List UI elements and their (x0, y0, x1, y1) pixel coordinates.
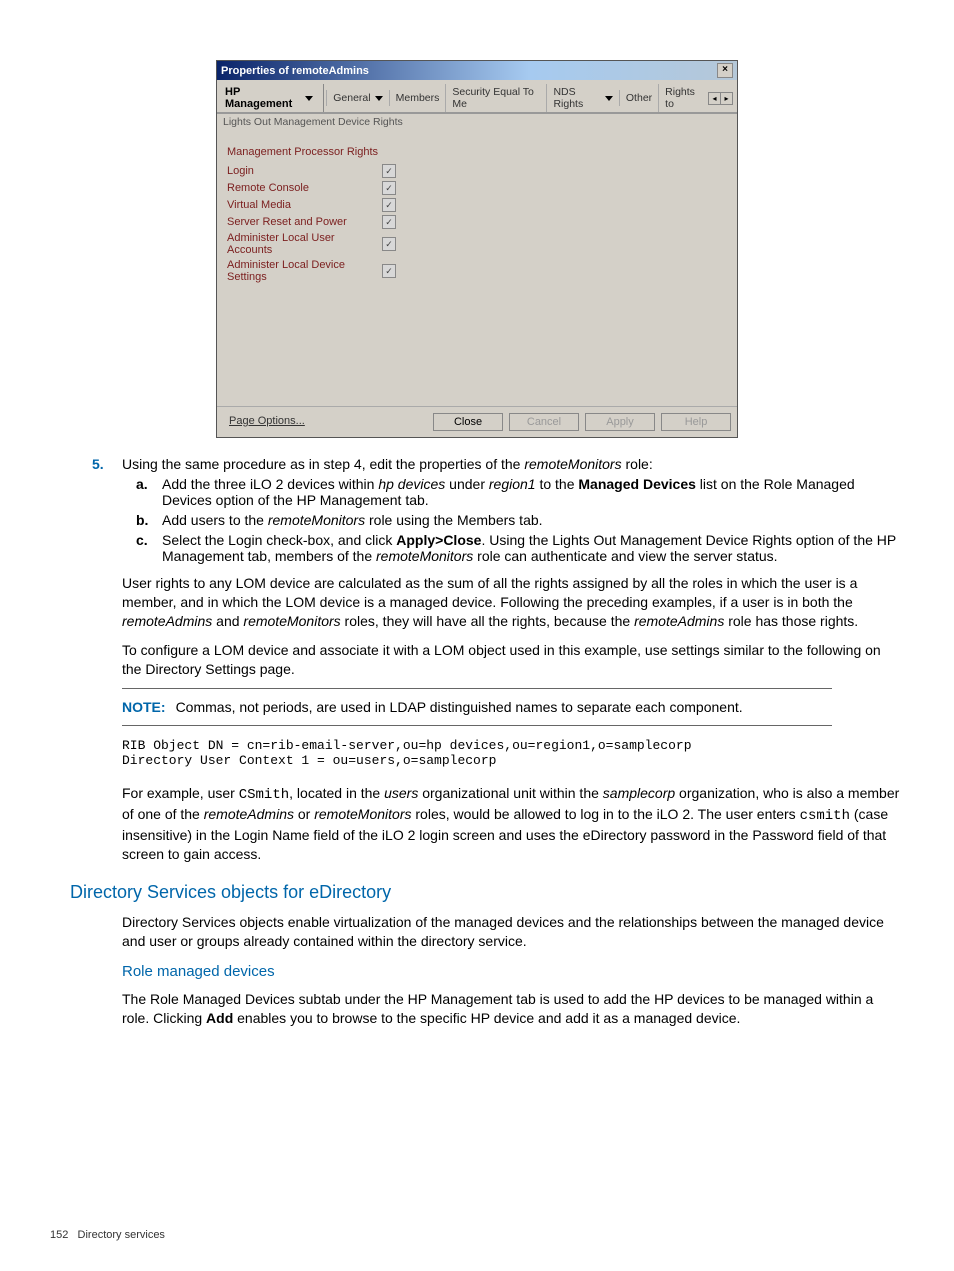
paragraph-user-rights: User rights to any LOM device are calcul… (50, 574, 904, 631)
tab-members[interactable]: Members (389, 90, 446, 106)
right-row-virtual-media: Virtual Media ✓ (227, 198, 727, 212)
chevron-down-icon (375, 96, 383, 101)
tab-scroll-buttons[interactable]: ◂ ▸ (708, 92, 733, 105)
right-row-server-reset: Server Reset and Power ✓ (227, 215, 727, 229)
right-row-admin-device: Administer Local Device Settings ✓ (227, 259, 727, 283)
step-5a: Add the three iLO 2 devices within hp de… (162, 476, 904, 508)
right-row-remote-console: Remote Console ✓ (227, 181, 727, 195)
scroll-left-icon[interactable]: ◂ (709, 93, 720, 104)
properties-window: Properties of remoteAdmins × HP Manageme… (216, 60, 738, 438)
window-footer: Page Options... Close Cancel Apply Help (217, 406, 737, 437)
tab-rights-to[interactable]: Rights to (658, 84, 708, 112)
paragraph-dso: Directory Services objects enable virtua… (50, 913, 904, 951)
right-label: Administer Local User Accounts (227, 232, 382, 256)
scroll-right-icon[interactable]: ▸ (720, 93, 732, 104)
cancel-button[interactable]: Cancel (509, 413, 579, 431)
rights-section-title: Management Processor Rights (227, 146, 727, 158)
step-5b: Add users to the remoteMonitors role usi… (162, 512, 904, 528)
page-footer: 152 Directory services (50, 1229, 165, 1241)
paragraph-configure: To configure a LOM device and associate … (50, 641, 904, 679)
note-text: Commas, not periods, are used in LDAP di… (176, 699, 743, 715)
step-5c: Select the Login check-box, and click Ap… (162, 532, 904, 564)
heading-directory-services: Directory Services objects for eDirector… (70, 882, 904, 903)
checkbox-admin-users[interactable]: ✓ (382, 237, 396, 251)
tab-security-equal[interactable]: Security Equal To Me (445, 84, 546, 112)
right-label: Login (227, 165, 382, 177)
right-label: Administer Local Device Settings (227, 259, 382, 283)
window-title: Properties of remoteAdmins (221, 65, 369, 77)
window-body: Management Processor Rights Login ✓ Remo… (217, 130, 737, 406)
tab-row: HP Management General Members Security E… (217, 80, 737, 114)
step-5: Using the same procedure as in step 4, e… (122, 456, 904, 564)
right-row-login: Login ✓ (227, 164, 727, 178)
note-label: NOTE: (122, 699, 166, 715)
divider (122, 688, 832, 689)
page-options-link[interactable]: Page Options... (223, 413, 311, 431)
right-label: Server Reset and Power (227, 216, 382, 228)
divider (122, 725, 832, 726)
chevron-down-icon (305, 96, 313, 101)
note-block: NOTE: Commas, not periods, are used in LD… (50, 695, 904, 719)
help-button[interactable]: Help (661, 413, 731, 431)
page-number: 152 (50, 1229, 68, 1241)
window-titlebar: Properties of remoteAdmins × (217, 61, 737, 80)
checkbox-admin-device[interactable]: ✓ (382, 264, 396, 278)
close-button[interactable]: Close (433, 413, 503, 431)
paragraph-rmd: The Role Managed Devices subtab under th… (50, 990, 904, 1028)
checkbox-login[interactable]: ✓ (382, 164, 396, 178)
divider (323, 84, 324, 112)
tab-nds-rights[interactable]: NDS Rights (546, 84, 618, 112)
chevron-down-icon (605, 96, 613, 101)
hp-management-dropdown[interactable]: HP Management (221, 84, 317, 112)
document-body: Using the same procedure as in step 4, e… (50, 456, 904, 1028)
checkbox-virtual-media[interactable]: ✓ (382, 198, 396, 212)
paragraph-example: For example, user CSmith, located in the… (50, 784, 904, 864)
heading-role-managed-devices: Role managed devices (122, 963, 904, 980)
chapter-name: Directory services (78, 1229, 165, 1241)
checkbox-remote-console[interactable]: ✓ (382, 181, 396, 195)
tab-other[interactable]: Other (619, 90, 658, 106)
code-block: RIB Object DN = cn=rib-email-server,ou=h… (50, 732, 904, 774)
right-label: Remote Console (227, 182, 382, 194)
close-icon[interactable]: × (717, 63, 733, 78)
dropdown-label: HP Management (225, 86, 299, 110)
checkbox-server-reset[interactable]: ✓ (382, 215, 396, 229)
right-label: Virtual Media (227, 199, 382, 211)
apply-button[interactable]: Apply (585, 413, 655, 431)
right-row-admin-users: Administer Local User Accounts ✓ (227, 232, 727, 256)
subtab-label: Lights Out Management Device Rights (217, 114, 737, 130)
tab-general[interactable]: General (326, 90, 388, 106)
